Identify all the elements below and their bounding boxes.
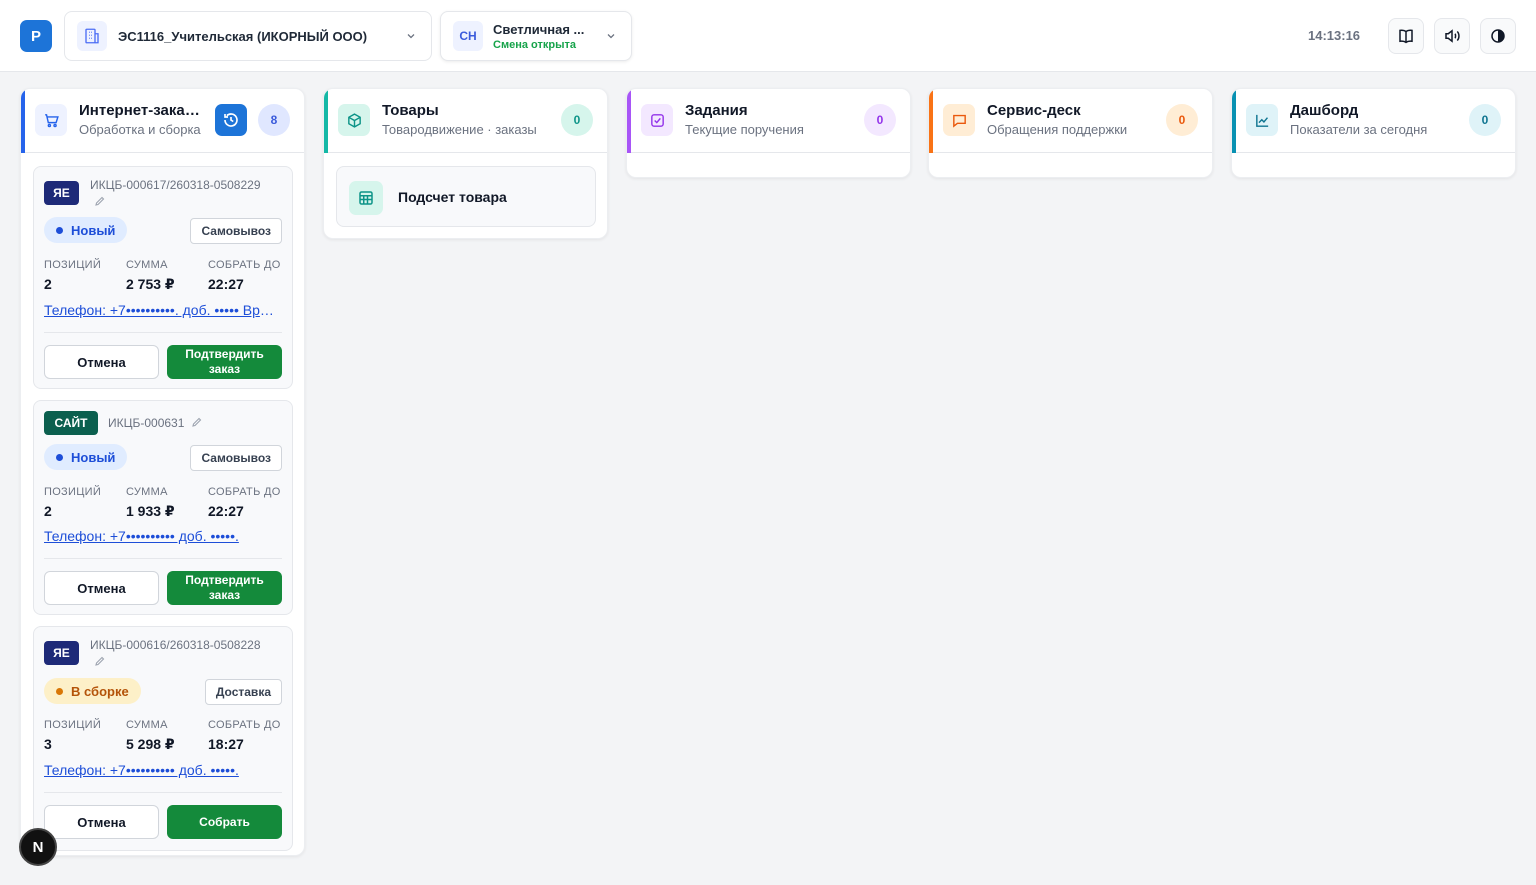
sum-value: 5 298 ₽: [126, 736, 175, 752]
order-card[interactable]: ЯЕ ИКЦБ-000616/260318-0508228 В сборке Д…: [33, 626, 293, 851]
phone-link[interactable]: Телефон: +7•••••••••• доб. •••••.: [44, 528, 280, 544]
sum-label: СУММА: [126, 486, 168, 498]
column-header: Сервис-деск Обращения поддержки 0: [929, 89, 1212, 153]
store-selector[interactable]: ЭС1116_Учительская (ИКОРНЫЙ ООО): [64, 11, 432, 61]
phone-link[interactable]: Телефон: +7•••••••••• доб. •••••.: [44, 762, 280, 778]
stock-count-label: Подсчет товара: [398, 189, 507, 205]
collect-button[interactable]: Собрать: [167, 805, 282, 839]
column-service-desk: Сервис-деск Обращения поддержки 0: [928, 88, 1213, 178]
status-badge: Новый: [44, 444, 128, 470]
history-button[interactable]: [215, 104, 247, 136]
cart-icon: [35, 104, 67, 136]
column-title: Интернет-заказы: [79, 102, 201, 119]
confirm-order-button[interactable]: Подтвердить заказ: [167, 571, 282, 605]
chat-icon: [943, 104, 975, 136]
source-badge: ЯЕ: [44, 641, 79, 665]
sum-label: СУММА: [126, 259, 168, 271]
positions-value: 3: [44, 736, 52, 752]
collect-by-value: 22:27: [208, 503, 244, 519]
app-logo[interactable]: P: [20, 20, 52, 52]
source-badge: ЯЕ: [44, 181, 79, 205]
column-subtitle: Товародвижение · заказы: [382, 122, 537, 137]
shift-selector[interactable]: СН Светличная ... Смена открыта: [440, 11, 632, 61]
collect-by-value: 22:27: [208, 276, 244, 292]
store-name: ЭС1116_Учительская (ИКОРНЫЙ ООО): [118, 28, 368, 44]
guide-button[interactable]: [1388, 18, 1424, 54]
box-icon: [338, 104, 370, 136]
orders-count-badge: 8: [258, 104, 290, 136]
stock-count-tile[interactable]: Подсчет товара: [336, 166, 596, 227]
column-title: Дашборд: [1290, 102, 1359, 119]
order-id: ИКЦБ-000617/260318-0508229: [90, 178, 261, 192]
order-card[interactable]: САЙТ ИКЦБ-000631 Новый Самовывоз ПОЗИЦИЙ…: [33, 400, 293, 615]
delivery-type: Самовывоз: [190, 218, 282, 244]
edit-icon[interactable]: [191, 416, 203, 428]
sum-value: 2 753 ₽: [126, 276, 175, 292]
shift-user-name: Светличная ...: [493, 21, 585, 37]
column-tasks: Задания Текущие поручения 0: [626, 88, 911, 178]
order-id: ИКЦБ-000631: [108, 416, 185, 430]
status-badge: В сборке: [44, 678, 141, 704]
edit-icon[interactable]: [94, 195, 106, 207]
shift-status: Смена открыта: [493, 38, 576, 51]
spreadsheet-icon: [349, 181, 383, 215]
cancel-button[interactable]: Отмена: [44, 345, 159, 379]
column-header: Задания Текущие поручения 0: [627, 89, 910, 153]
source-badge: САЙТ: [44, 411, 98, 435]
theme-toggle-button[interactable]: [1480, 18, 1516, 54]
column-goods: Товары Товародвижение · заказы 0 Подсчет…: [323, 88, 608, 239]
column-header: Дашборд Показатели за сегодня 0: [1232, 89, 1515, 153]
positions-label: ПОЗИЦИЙ: [44, 719, 102, 731]
status-badge: Новый: [44, 217, 128, 243]
chart-icon: [1246, 104, 1278, 136]
positions-label: ПОЗИЦИЙ: [44, 486, 102, 498]
collect-by-label: СОБРАТЬ ДО: [208, 259, 281, 271]
confirm-order-button[interactable]: Подтвердить заказ: [167, 345, 282, 379]
collect-by-value: 18:27: [208, 736, 244, 752]
delivery-type: Доставка: [204, 679, 282, 705]
goods-count-badge: 0: [561, 104, 593, 136]
order-card[interactable]: ЯЕ ИКЦБ-000617/260318-0508229 Новый Само…: [33, 166, 293, 389]
column-subtitle: Обращения поддержки: [987, 122, 1128, 137]
user-avatar: СН: [453, 21, 483, 51]
delivery-type: Самовывоз: [190, 445, 282, 471]
sound-button[interactable]: [1434, 18, 1470, 54]
collect-by-label: СОБРАТЬ ДО: [208, 719, 281, 731]
column-internet-orders: Интернет-заказы Обработка и сборка 8 ЯЕ …: [20, 88, 305, 856]
chevron-down-icon: [607, 34, 615, 39]
column-title: Товары: [382, 102, 439, 119]
positions-value: 2: [44, 503, 52, 519]
collect-by-label: СОБРАТЬ ДО: [208, 486, 281, 498]
chevron-down-icon: [407, 34, 415, 39]
book-icon: [1399, 29, 1413, 44]
column-dashboard: Дашборд Показатели за сегодня 0: [1231, 88, 1516, 178]
positions-value: 2: [44, 276, 52, 292]
checkbox-icon: [641, 104, 673, 136]
edit-icon[interactable]: [94, 655, 106, 667]
order-id: ИКЦБ-000616/260318-0508228: [90, 638, 261, 652]
column-title: Задания: [685, 102, 748, 119]
service-count-badge: 0: [1166, 104, 1198, 136]
column-subtitle: Текущие поручения: [685, 122, 804, 137]
sum-value: 1 933 ₽: [126, 503, 175, 519]
column-subtitle: Показатели за сегодня: [1290, 122, 1428, 137]
speaker-icon: [1445, 29, 1460, 43]
cancel-button[interactable]: Отмена: [44, 805, 159, 839]
clock: 14:13:16: [1308, 28, 1361, 43]
column-subtitle: Обработка и сборка: [79, 122, 201, 137]
column-header: Интернет-заказы Обработка и сборка 8: [21, 89, 304, 153]
phone-link[interactable]: Телефон: +7••••••••••. доб. ••••• Время …: [44, 302, 280, 318]
tasks-count-badge: 0: [864, 104, 896, 136]
building-icon: [77, 21, 107, 51]
history-icon: [224, 113, 238, 127]
cancel-button[interactable]: Отмена: [44, 571, 159, 605]
positions-label: ПОЗИЦИЙ: [44, 259, 102, 271]
column-header: Товары Товародвижение · заказы 0: [324, 89, 607, 153]
contrast-icon: [1491, 29, 1505, 43]
top-bar: P ЭС1116_Учительская (ИКОРНЫЙ ООО) СН Св…: [0, 0, 1536, 72]
sum-label: СУММА: [126, 719, 168, 731]
dev-tools-badge[interactable]: N: [19, 828, 57, 866]
column-title: Сервис-деск: [987, 102, 1081, 119]
dashboard-count-badge: 0: [1469, 104, 1501, 136]
